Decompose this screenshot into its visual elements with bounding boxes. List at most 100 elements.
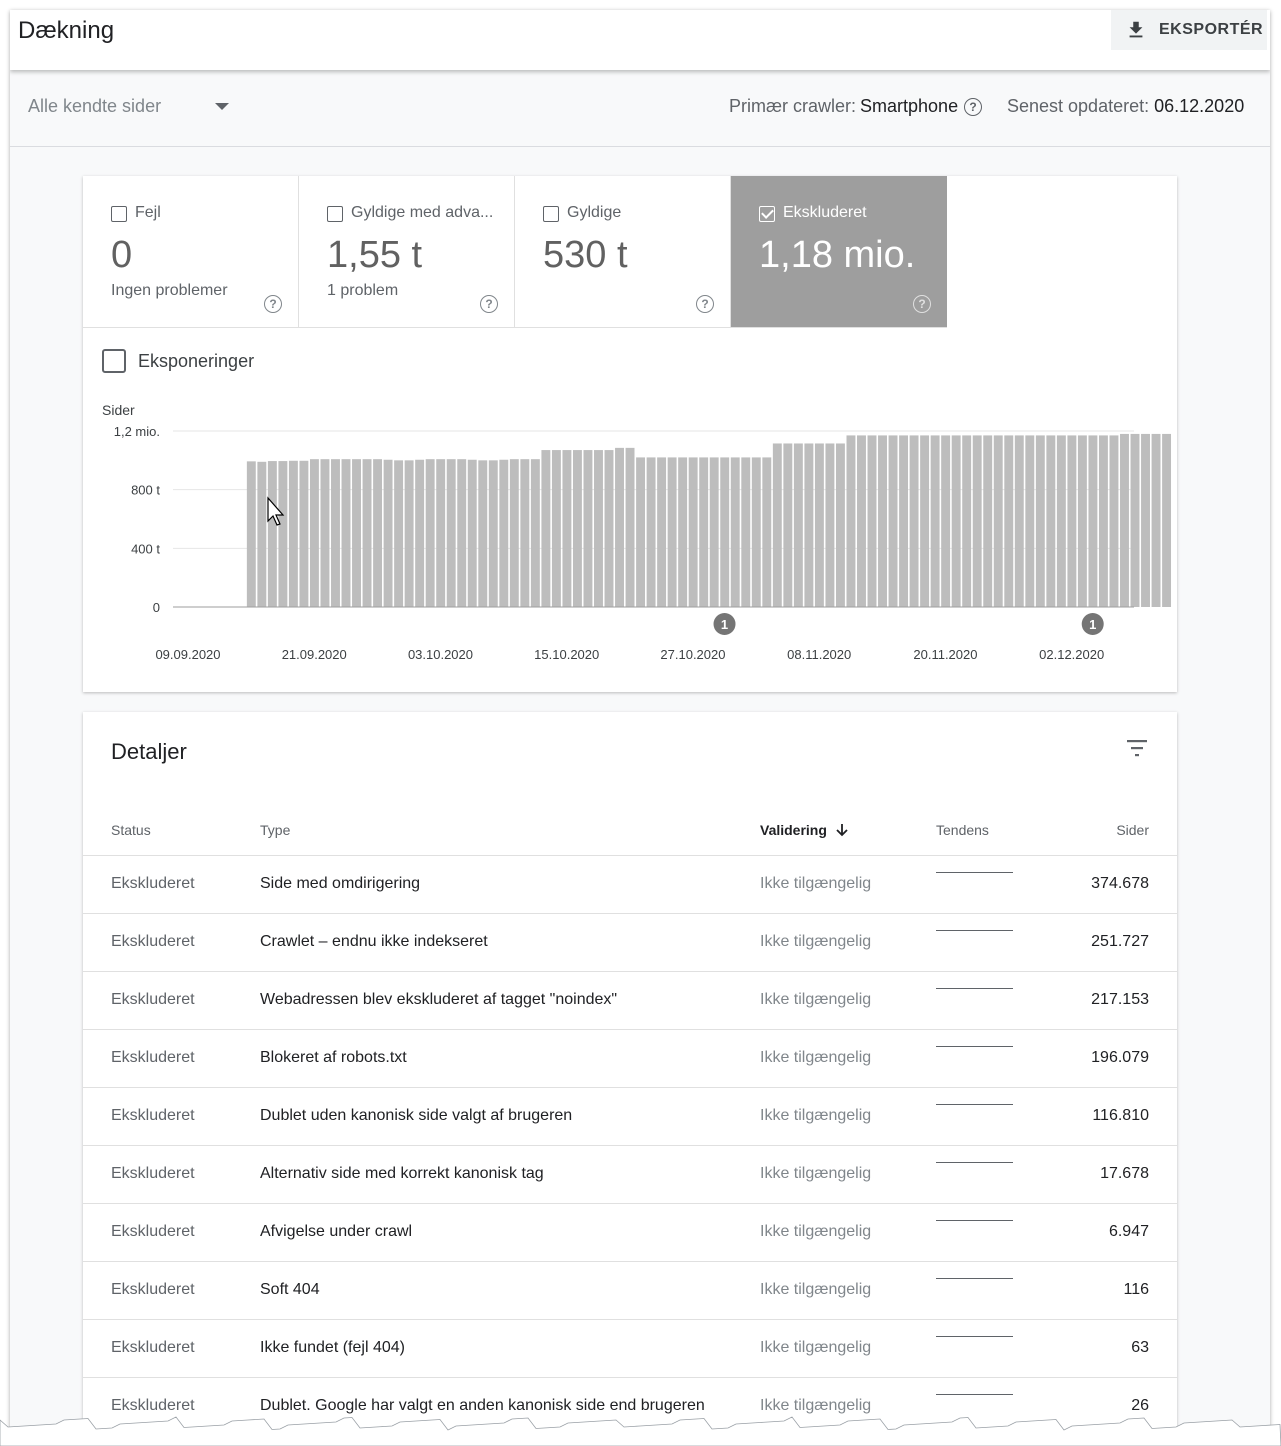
chart-bar: [657, 457, 667, 607]
chart-bar: [488, 460, 498, 607]
row-trend-sparkline: [936, 1046, 1013, 1047]
chart-bar: [783, 443, 793, 607]
chart-bar: [867, 435, 877, 607]
table-row[interactable]: Ekskluderet Alternativ side med korrekt …: [83, 1146, 1177, 1204]
row-trend-sparkline: [936, 1162, 1013, 1163]
chart-bar: [625, 447, 635, 607]
chart-bar: [1035, 435, 1045, 607]
chart-bar: [825, 443, 835, 607]
chart-bar: [1151, 433, 1161, 607]
row-pages: 374.678: [1091, 875, 1149, 892]
row-status: Ekskluderet: [111, 1049, 195, 1066]
filter-bar: Alle kendte sider Primær crawler: Smartp…: [10, 70, 1270, 147]
row-pages: 6.947: [1108, 1223, 1149, 1240]
arrow-down-icon: [836, 824, 848, 837]
chart-bar: [373, 459, 383, 607]
chart-bar: [857, 435, 866, 607]
col-validation[interactable]: Validering: [760, 822, 849, 838]
primary-crawler: Primær crawler: Smartphone ?: [729, 96, 983, 117]
row-status: Ekskluderet: [111, 991, 195, 1008]
chart-bar: [709, 457, 719, 607]
filter-icon[interactable]: [1125, 738, 1149, 758]
row-trend-sparkline: [936, 1220, 1013, 1221]
chart-bar: [720, 457, 730, 607]
chart-bar: [257, 461, 267, 607]
table-row[interactable]: Ekskluderet Soft 404 Ikke tilgængelig 11…: [83, 1262, 1177, 1320]
row-validation: Ikke tilgængelig: [760, 1165, 872, 1182]
chart-bar: [383, 459, 393, 607]
crawler-label: Primær crawler:: [729, 96, 857, 116]
chart-bar: [678, 457, 688, 607]
chart-bar: [541, 450, 551, 607]
x-tick-label: 27.10.2020: [660, 647, 725, 662]
col-status[interactable]: Status: [111, 822, 151, 838]
chart-bar: [1109, 435, 1119, 607]
table-row[interactable]: Ekskluderet Side med omdirigering Ikke t…: [83, 856, 1177, 914]
chart-bar: [1141, 433, 1150, 607]
table-row[interactable]: Ekskluderet Webadressen blev ekskluderet…: [83, 972, 1177, 1030]
table-row[interactable]: Ekskluderet Ikke fundet (fejl 404) Ikke …: [83, 1320, 1177, 1378]
y-tick-label: 1,2 mio.: [114, 424, 160, 439]
row-type: Side med omdirigering: [260, 875, 421, 892]
page-title: Dækning: [18, 17, 115, 44]
row-validation: Ikke tilgængelig: [760, 1339, 872, 1356]
row-validation: Ikke tilgængelig: [760, 933, 872, 950]
col-pages[interactable]: Sider: [1116, 822, 1149, 838]
chart-bar: [646, 457, 656, 607]
col-type[interactable]: Type: [260, 822, 290, 838]
row-pages: 116.810: [1092, 1107, 1149, 1124]
row-type: Ikke fundet (fejl 404): [260, 1339, 405, 1356]
row-pages: 196.079: [1091, 1049, 1149, 1066]
chart-bar: [1098, 435, 1108, 607]
chart-bar: [941, 435, 951, 607]
chart-bar: [457, 459, 467, 607]
chart-bar: [835, 443, 845, 607]
chart-bar: [772, 443, 782, 607]
row-type: Afvigelse under crawl: [260, 1223, 413, 1240]
chart-bar: [478, 460, 488, 607]
row-pages: 251.727: [1091, 933, 1149, 950]
export-label: EKSPORTÉR: [1159, 21, 1264, 38]
chart-bar: [509, 459, 519, 607]
export-button[interactable]: EKSPORTÉR: [1111, 10, 1267, 50]
chart-bar: [804, 443, 814, 607]
table-row[interactable]: Ekskluderet Dublet uden kanonisk side va…: [83, 1088, 1177, 1146]
row-trend-sparkline: [936, 1394, 1013, 1395]
summary-chart-card: Fejl 0 Ingen problemer ? Gyldige med adv…: [83, 176, 1177, 692]
help-icon[interactable]: ?: [964, 97, 983, 116]
chart-bar: [320, 459, 330, 607]
y-tick-label: 400 t: [131, 541, 160, 556]
y-tick-label: 800 t: [131, 483, 160, 498]
chart-bar: [246, 461, 256, 607]
chart-bar: [1077, 435, 1087, 607]
chart-bar: [899, 435, 909, 607]
chart-bar: [1067, 435, 1077, 607]
chart-bar: [846, 435, 856, 607]
pages-dropdown[interactable]: Alle kendte sider: [28, 96, 230, 117]
chart-bar: [636, 457, 646, 607]
chart-bar: [594, 450, 603, 607]
chart-bar: [499, 459, 509, 607]
chart-bar: [930, 435, 940, 607]
row-trend-sparkline: [936, 872, 1013, 873]
x-tick-label: 02.12.2020: [1039, 647, 1104, 662]
chart-bar: [404, 460, 414, 607]
table-row[interactable]: Ekskluderet Blokeret af robots.txt Ikke …: [83, 1030, 1177, 1088]
chart-bar: [951, 435, 961, 607]
row-status: Ekskluderet: [111, 1223, 195, 1240]
chart-bar: [1162, 433, 1172, 607]
chart-bar: [288, 460, 298, 607]
chart-bar: [1014, 435, 1024, 607]
row-trend-sparkline: [936, 930, 1013, 931]
chart-bar: [267, 461, 277, 607]
chart-bar: [415, 459, 425, 607]
chart-bar: [741, 457, 751, 607]
row-type: Crawlet – endnu ikke indekseret: [260, 933, 488, 950]
row-trend-sparkline: [936, 1336, 1013, 1337]
y-axis-label: Sider: [102, 402, 135, 418]
chart-bar: [1025, 435, 1035, 607]
table-row[interactable]: Ekskluderet Crawlet – endnu ikke indekse…: [83, 914, 1177, 972]
chart-bar: [993, 435, 1003, 607]
chart-bar: [604, 450, 614, 607]
table-row[interactable]: Ekskluderet Afvigelse under crawl Ikke t…: [83, 1204, 1177, 1262]
